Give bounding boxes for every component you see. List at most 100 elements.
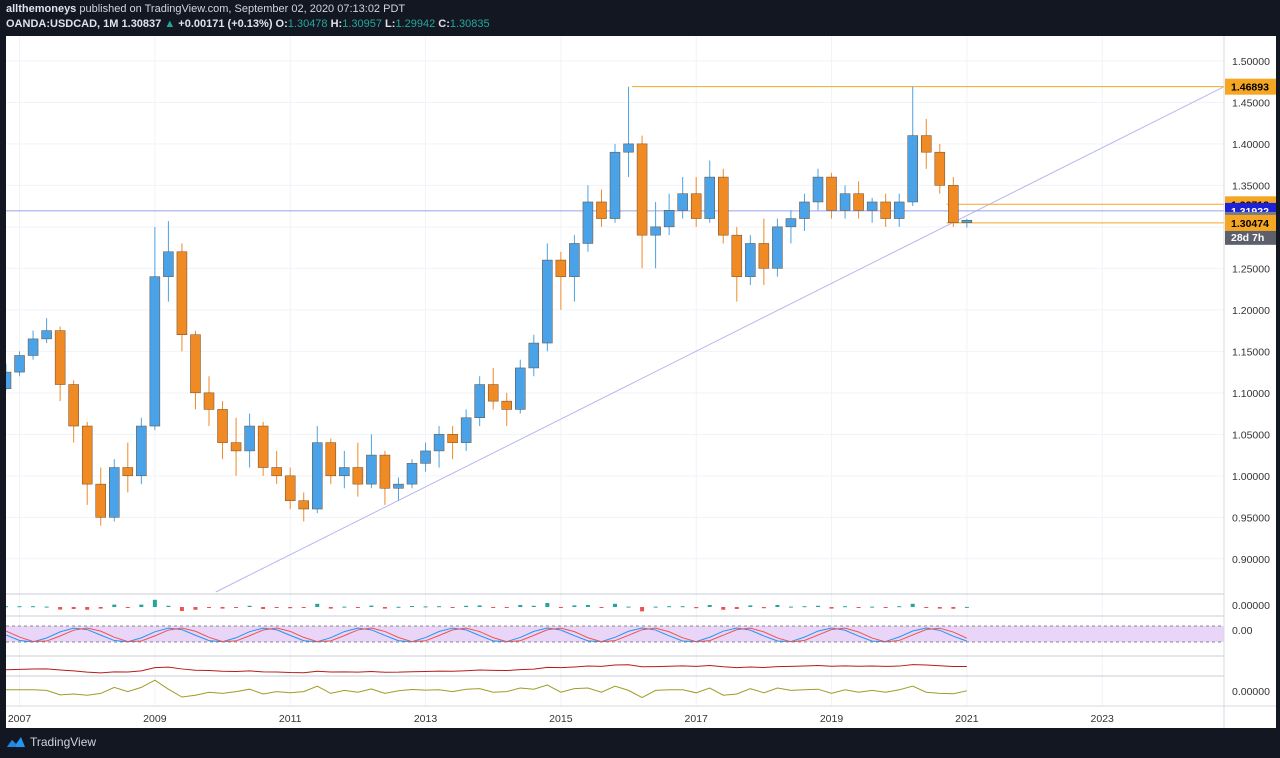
histogram-bar — [301, 607, 306, 608]
histogram-bar — [843, 606, 848, 608]
change-arrow-icon: ▲ — [164, 18, 176, 30]
price-label-text: 28d 7h — [1231, 232, 1264, 244]
histogram-bar — [342, 606, 347, 608]
candle-body — [366, 454, 377, 485]
candle-body — [501, 400, 512, 410]
high-label: H: — [330, 18, 343, 30]
candle-body — [569, 243, 580, 277]
histogram-bar — [856, 607, 861, 608]
histogram-bar — [4, 606, 8, 608]
histogram-bar — [220, 607, 225, 609]
price-tick-label: 0.95000 — [1232, 512, 1270, 524]
low-label: L: — [385, 18, 396, 30]
candle-body — [515, 367, 526, 410]
candle-body — [555, 259, 567, 277]
histogram-bar — [410, 606, 414, 607]
trendline[interactable] — [215, 86, 1225, 593]
tradingview-logo[interactable]: TradingView — [6, 735, 96, 749]
candle-body — [230, 442, 242, 452]
symbol-label[interactable]: OANDA:USDCAD, 1M — [6, 18, 118, 30]
high-value: 1.30957 — [342, 18, 382, 30]
histogram-bar — [951, 607, 956, 609]
histogram-bar — [761, 607, 766, 609]
histogram-bar — [531, 605, 536, 607]
histogram-bar — [748, 605, 753, 607]
pane-value-label: 0.00000 — [1232, 686, 1270, 698]
histogram-bar — [464, 605, 469, 607]
stochastic-band — [6, 626, 1224, 642]
histogram-bar — [775, 605, 780, 607]
open-label: O: — [275, 18, 288, 30]
candle-body — [961, 219, 973, 223]
candle-body — [826, 176, 837, 211]
candle-body — [68, 384, 79, 427]
candle-body — [136, 425, 147, 477]
price-tick-label: 1.45000 — [1232, 97, 1270, 109]
histogram-bar — [98, 607, 103, 609]
candle-body — [677, 193, 688, 211]
histogram-bar — [125, 607, 130, 608]
close-value: 1.30835 — [449, 18, 490, 30]
histogram-bar — [788, 606, 793, 608]
histogram-bar — [937, 607, 942, 609]
candle-body — [122, 467, 134, 477]
histogram-bar — [964, 606, 969, 608]
candle-body — [609, 151, 621, 219]
histogram-bar — [437, 606, 442, 608]
candle-body — [772, 226, 783, 269]
author-name[interactable]: allthemoneys — [6, 3, 76, 15]
candle-body — [109, 467, 120, 518]
candle-body — [474, 384, 485, 418]
candle-body — [149, 276, 161, 427]
candle-body — [95, 483, 106, 518]
histogram-bar — [491, 607, 496, 608]
publish-info: published on TradingView.com, September … — [79, 3, 406, 15]
price-tick-label: 1.35000 — [1232, 180, 1270, 192]
histogram-bar — [707, 605, 712, 607]
histogram-bar — [870, 606, 875, 608]
price-tick-label: 1.05000 — [1232, 429, 1270, 441]
histogram-bar — [396, 606, 401, 608]
histogram-bar — [112, 604, 117, 607]
histogram-bar — [44, 606, 49, 608]
candles — [0, 86, 973, 526]
low-value: 1.29942 — [395, 18, 436, 30]
candle-body — [433, 434, 445, 452]
pane-value-label: 0.00 — [1232, 625, 1253, 637]
histogram-bar — [802, 606, 807, 608]
time-axis[interactable]: 2007 2009 2011 2013 2015 2017 2019 2021 2023 — [6, 705, 1276, 725]
candle-body — [203, 392, 215, 410]
candle-body — [663, 210, 675, 228]
histogram-bar — [504, 607, 509, 608]
candle-body — [41, 330, 52, 340]
candle-body — [27, 338, 39, 356]
histogram-bar — [653, 606, 658, 608]
candle-body — [758, 243, 770, 269]
oscillator-line — [6, 679, 967, 699]
price-chart[interactable]: 0.00000 0.00 0.00000 1.50000 1.45000 1.40000… — [0, 36, 1276, 728]
candle-body — [582, 201, 594, 244]
histogram-bar — [640, 607, 645, 612]
ohlc-line: OANDA:USDCAD, 1M 1.30837 ▲ +0.00171 (+0.… — [6, 17, 490, 32]
time-tick-label: 2007 — [8, 713, 32, 725]
candle-body — [420, 450, 431, 464]
candle-body — [298, 500, 309, 510]
candle-body — [406, 463, 418, 485]
price-tick-label: 1.50000 — [1232, 56, 1270, 68]
price-tick-label: 1.40000 — [1232, 139, 1270, 151]
time-tick-label: 2017 — [685, 713, 709, 725]
histogram-bar — [193, 607, 198, 610]
candle-body — [339, 467, 350, 477]
candle-body — [650, 226, 661, 236]
candle-body — [244, 425, 255, 452]
histogram-bar — [355, 607, 360, 608]
candle-body — [14, 355, 25, 373]
candle-body — [81, 425, 93, 485]
chart-area[interactable]: 0.00000 0.00 0.00000 1.50000 1.45000 1.40000… — [0, 36, 1276, 728]
histogram-bar — [924, 607, 929, 608]
candle-body — [0, 371, 12, 389]
candle-body — [785, 218, 797, 228]
chart-header: allthemoneys published on TradingView.co… — [0, 0, 1280, 36]
histogram-bar — [450, 607, 455, 608]
histogram-bar — [585, 605, 590, 607]
